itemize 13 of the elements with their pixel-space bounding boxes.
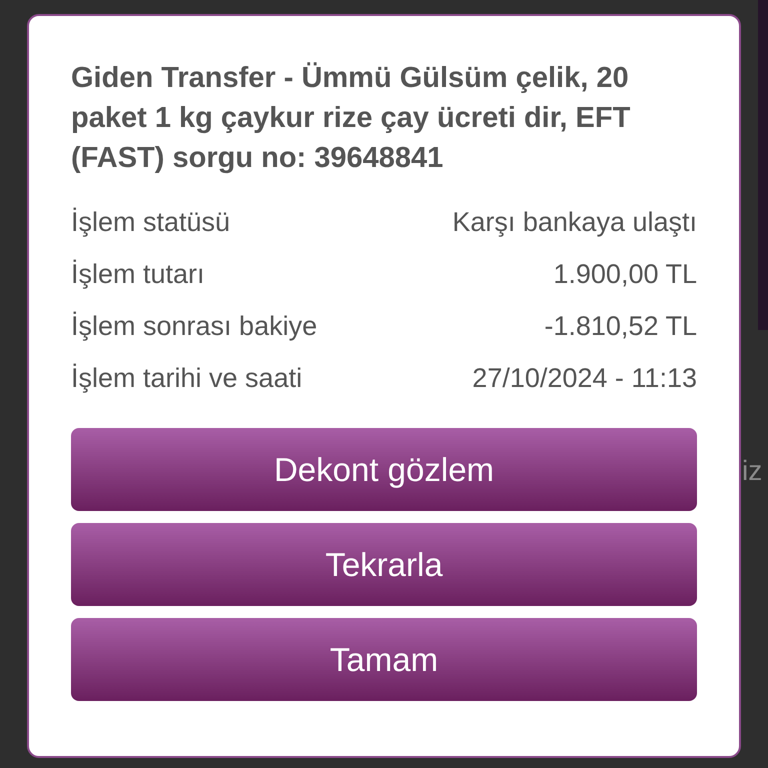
dialog-button[interactable]: Dekont gözlem [71,428,697,511]
dialog-title: Giden Transfer - Ümmü Gülsüm çelik, 20 paket 1 kg çaykur rize çay ücreti dir, EFT (FAST) sorgu no: 39648841 [71,61,632,176]
detail-value: 27/10/2024 - 11:13 [472,362,697,395]
detail-value: 1.900,00 TL [553,258,697,291]
detail-label: İşlem sonrası bakiye [71,310,318,343]
dialog-button[interactable]: Tamam [71,618,697,701]
background-text: iz [742,454,762,488]
dialog-button[interactable]: Tekrarla [71,523,697,606]
detail-value: -1.810,52 TL [544,310,697,343]
detail-label: İşlem tutarı [71,258,205,291]
detail-label: İşlem statüsü [71,206,230,239]
detail-label: İşlem tarihi ve saati [71,362,302,395]
detail-value: Karşı bankaya ulaştı [452,206,697,239]
